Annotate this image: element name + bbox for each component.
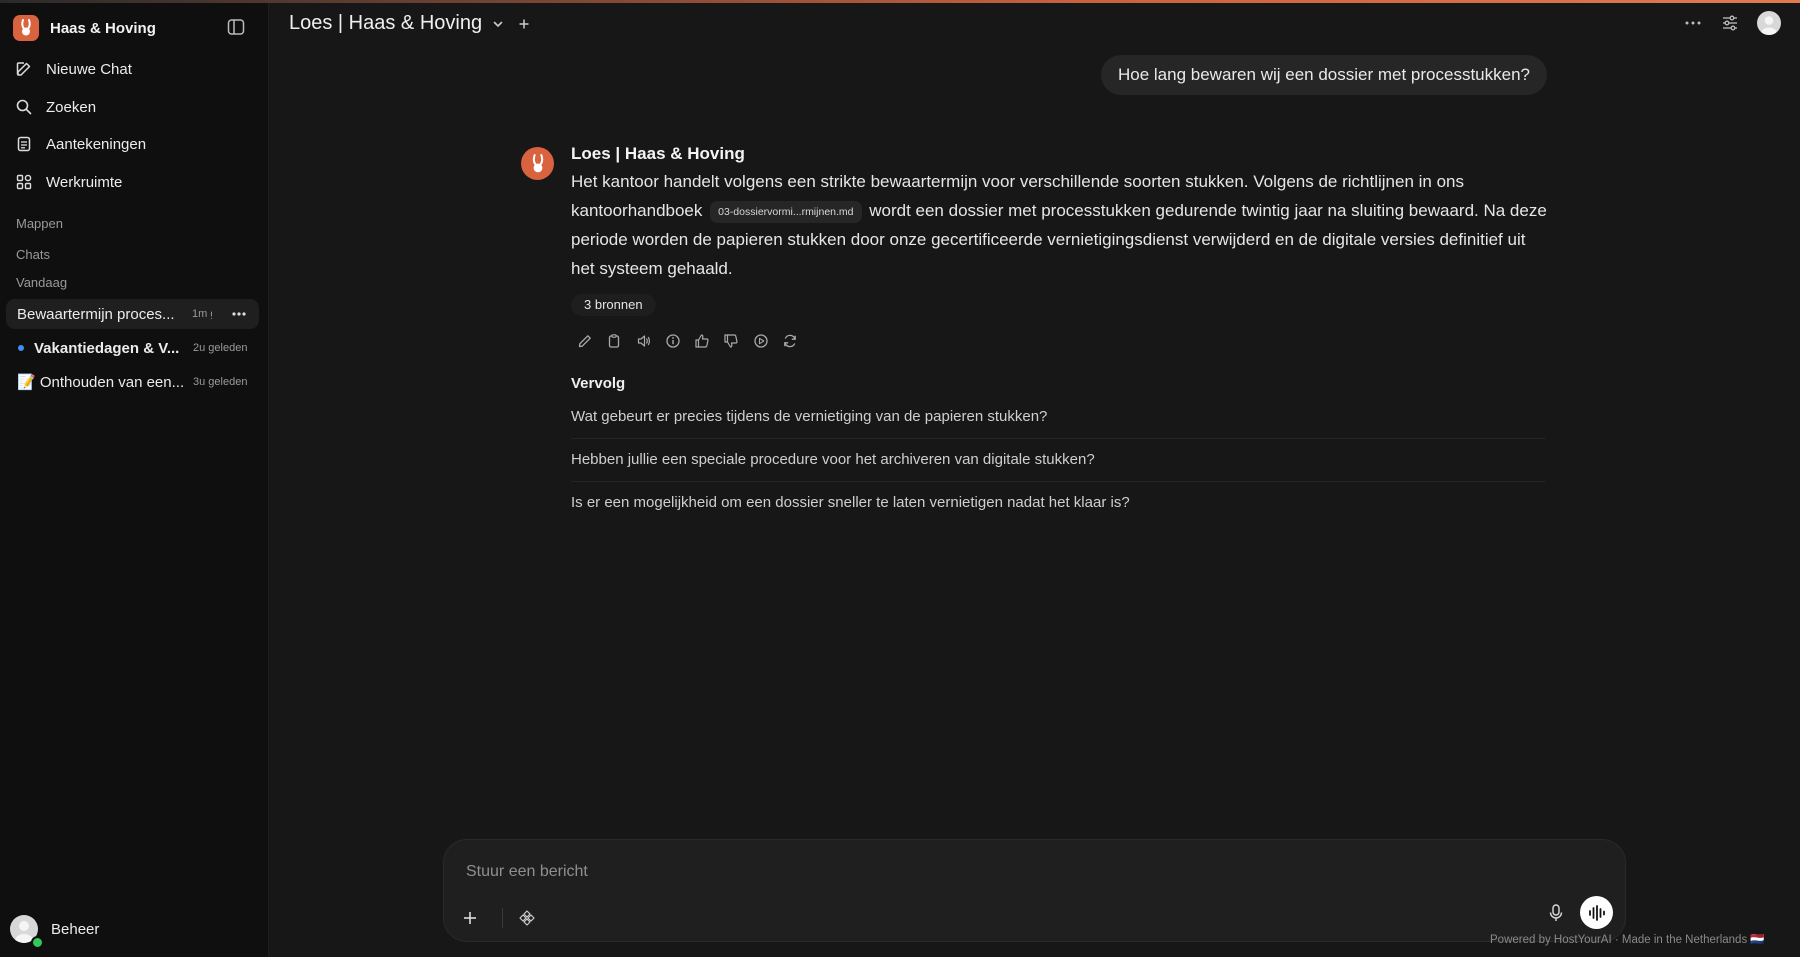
chat-title: 📝 Onthouden van een...	[17, 374, 185, 391]
sidebar-item-notes[interactable]: Aantekeningen	[14, 129, 146, 159]
chat-item[interactable]: Vakantiedagen & V... 2u geleden	[6, 333, 259, 363]
regenerate-icon[interactable]	[781, 332, 799, 350]
sidebar-item-label: Nieuwe Chat	[46, 60, 132, 78]
message-input[interactable]	[464, 857, 1468, 887]
followup-suggestion[interactable]: Wat gebeurt er precies tijdens de vernie…	[571, 408, 1546, 425]
more-horizontal-icon[interactable]	[1682, 12, 1704, 34]
user-name: Beheer	[51, 920, 100, 938]
notes-icon	[14, 134, 34, 154]
model-title: Loes | Haas & Hoving	[289, 12, 483, 34]
chat-time: 2u geleden	[193, 342, 248, 354]
edit-icon	[14, 59, 34, 79]
workspace-icon	[14, 172, 34, 192]
brand-name: Haas & Hoving	[50, 19, 156, 37]
assistant-name: Loes | Haas & Hoving	[571, 144, 745, 163]
message-actions	[576, 332, 810, 350]
followup-divider	[571, 481, 1546, 482]
brand[interactable]: Haas & Hoving	[13, 14, 156, 42]
message-composer	[443, 839, 1626, 942]
model-selector[interactable]: Loes | Haas & Hoving	[289, 12, 530, 35]
section-folders[interactable]: Mappen	[16, 216, 63, 231]
thumbs-down-icon[interactable]	[722, 332, 740, 350]
sidebar-item-label: Aantekeningen	[46, 135, 147, 153]
settings-sliders-icon[interactable]	[1719, 12, 1741, 34]
section-today: Vandaag	[16, 275, 68, 290]
sidebar-item-search[interactable]: Zoeken	[14, 92, 96, 122]
sources-button[interactable]: 3 bronnen	[571, 294, 656, 316]
assistant-message: Het kantoor handelt volgens een strikte …	[571, 167, 1551, 283]
followup-divider	[571, 438, 1546, 439]
avatar[interactable]	[1757, 11, 1781, 35]
chevron-down-icon	[492, 18, 504, 30]
composer-divider	[502, 908, 503, 928]
sidebar-item-label: Werkruimte	[46, 173, 123, 191]
sidebar: Haas & Hoving Nieuwe Chat Zoeken Aanteke…	[0, 3, 269, 957]
waveform-icon	[1588, 904, 1606, 921]
microphone-icon[interactable]	[1543, 900, 1569, 926]
search-icon	[14, 97, 34, 117]
online-status-dot	[31, 936, 44, 949]
chat-title: Vakantiedagen & V...	[34, 339, 180, 357]
info-icon[interactable]	[664, 332, 682, 350]
thumbs-up-icon[interactable]	[693, 332, 711, 350]
edit-icon[interactable]	[576, 332, 594, 350]
tools-icon[interactable]	[514, 905, 540, 931]
play-icon[interactable]	[752, 332, 770, 350]
voice-mode-button[interactable]	[1580, 896, 1613, 929]
sidebar-item-new-chat[interactable]: Nieuwe Chat	[14, 54, 132, 84]
copy-icon[interactable]	[605, 332, 623, 350]
followup-suggestion[interactable]: Is er een mogelijkheid om een dossier sn…	[571, 494, 1546, 511]
add-model-icon[interactable]	[518, 18, 530, 30]
user-menu[interactable]: Beheer	[10, 915, 100, 949]
chat-time: 1m g	[192, 308, 212, 320]
user-message: Hoe lang bewaren wij een dossier met pro…	[1100, 55, 1547, 95]
followup-suggestion[interactable]: Hebben jullie een speciale procedure voo…	[571, 451, 1546, 468]
chat-item[interactable]: 📝 Onthouden van een... 3u geleden	[6, 367, 259, 397]
more-options-icon[interactable]	[231, 307, 247, 321]
chat-time: 3u geleden	[193, 376, 248, 388]
user-message-text: Hoe lang bewaren wij een dossier met pro…	[1117, 65, 1530, 84]
unread-dot-icon	[18, 345, 24, 351]
sidebar-toggle-icon[interactable]	[226, 17, 248, 39]
rabbit-icon	[13, 15, 39, 41]
sidebar-item-label: Zoeken	[46, 98, 97, 116]
followup-title: Vervolg	[571, 375, 626, 392]
section-chats[interactable]: Chats	[16, 247, 50, 262]
sidebar-item-workspace[interactable]: Werkruimte	[14, 167, 122, 197]
footer-note: Powered by HostYourAI · Made in the Neth…	[1490, 934, 1765, 946]
file-citation-chip[interactable]: 03-dossiervormi...rmijnen.md	[710, 201, 862, 223]
add-attachment-icon[interactable]	[457, 905, 483, 931]
chat-item-active[interactable]: Bewaartermijn proces... 1m g	[6, 299, 259, 329]
assistant-avatar	[521, 147, 554, 180]
speaker-icon[interactable]	[635, 332, 653, 350]
top-accent-line	[0, 0, 1800, 3]
chat-title: Bewaartermijn proces...	[17, 305, 175, 323]
